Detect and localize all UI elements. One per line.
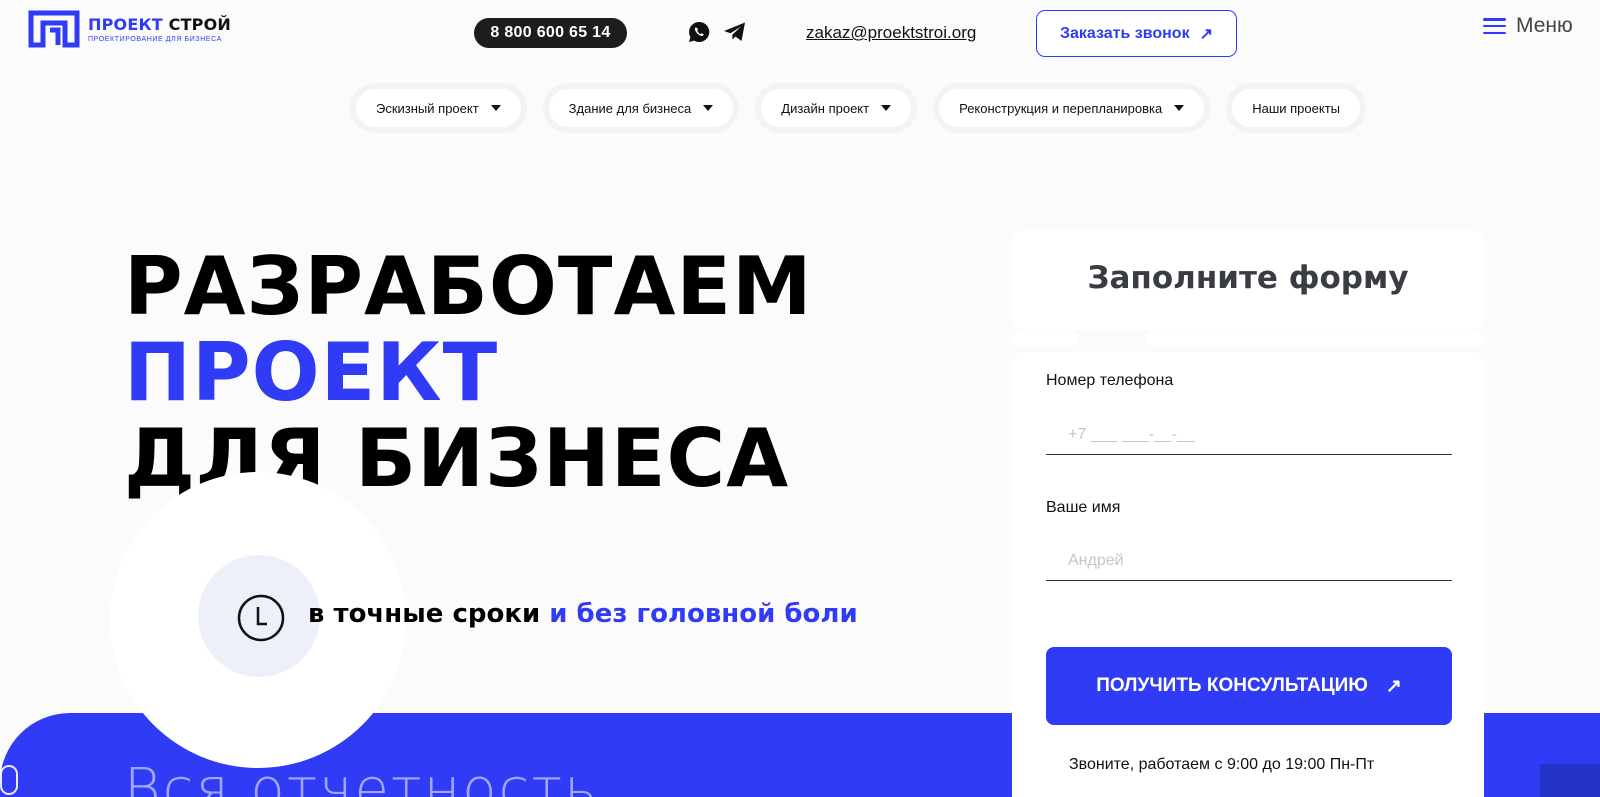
name-field-label: Ваше имя bbox=[1046, 499, 1121, 516]
arrow-up-right-icon: ↗ bbox=[1199, 25, 1213, 43]
nav-item-our-projects[interactable]: Наши проекты bbox=[1226, 83, 1367, 133]
hamburger-icon bbox=[1483, 18, 1506, 34]
hero-title-line-1: РАЗРАБОТАЕМ bbox=[124, 240, 813, 333]
main-nav: Эскизный проект Здание для бизнеса Дизай… bbox=[350, 83, 1367, 133]
nav-item-label: Наши проекты bbox=[1252, 100, 1341, 116]
caret-down-icon bbox=[703, 105, 714, 111]
band-heading: Вся отчетность bbox=[124, 757, 600, 797]
nav-item-design-project[interactable]: Дизайн проект bbox=[755, 83, 918, 133]
nav-item-business-building[interactable]: Здание для бизнеса bbox=[542, 83, 740, 133]
nav-item-reconstruction[interactable]: Реконструкция и перепланировка bbox=[933, 83, 1211, 133]
get-consultation-button[interactable]: ПОЛУЧИТЬ КОНСУЛЬТАЦИЮ ↗ bbox=[1046, 647, 1452, 725]
site-header: ПРОЕКТ СТРОЙ ПРОЕКТИРОВАНИЕ ДЛЯ БИЗНЕСА … bbox=[0, 0, 1600, 70]
email-link[interactable]: zakaz@proektstroi.org bbox=[806, 23, 976, 43]
callback-button[interactable]: Заказать звонок ↗ bbox=[1036, 10, 1237, 57]
nav-item-sketch-project[interactable]: Эскизный проект bbox=[350, 83, 527, 133]
caret-down-icon bbox=[490, 105, 501, 111]
tagline-main: в точные сроки bbox=[308, 599, 541, 629]
caret-down-icon bbox=[881, 105, 892, 111]
logo-text: ПРОЕКТ СТРОЙ ПРОЕКТИРОВАНИЕ ДЛЯ БИЗНЕСА bbox=[88, 15, 231, 43]
logo-subtitle: ПРОЕКТИРОВАНИЕ ДЛЯ БИЗНЕСА bbox=[88, 36, 222, 43]
form-separator bbox=[1012, 331, 1079, 347]
working-hours: Звоните, работаем с 9:00 до 19:00 Пн-Пт bbox=[1069, 756, 1375, 773]
phone-link[interactable]: 8 800 600 65 14 bbox=[474, 18, 627, 48]
form-title: Заполните форму bbox=[1087, 260, 1409, 296]
nav-item-label: Реконструкция и перепланировка bbox=[959, 100, 1163, 116]
hero-title-line-2: ПРОЕКТ bbox=[124, 326, 499, 419]
nav-item-label: Здание для бизнеса bbox=[568, 100, 692, 116]
name-input[interactable] bbox=[1046, 541, 1452, 581]
scroll-mouse-icon bbox=[0, 765, 18, 795]
menu-button[interactable]: Меню bbox=[1483, 14, 1573, 38]
arrow-up-right-icon: ↗ bbox=[1385, 675, 1402, 697]
nav-item-label: Эскизный проект bbox=[376, 100, 479, 116]
tagline-accent: и без головной боли bbox=[549, 599, 858, 629]
logo-title-main: СТРОЙ bbox=[168, 15, 231, 34]
caret-down-icon bbox=[1174, 105, 1185, 111]
phone-input[interactable] bbox=[1046, 415, 1452, 455]
phone-field-label: Номер телефона bbox=[1046, 372, 1174, 389]
logo-title: ПРОЕКТ СТРОЙ bbox=[88, 15, 231, 34]
whatsapp-icon[interactable] bbox=[687, 20, 711, 44]
consultation-form: Номер телефона Ваше имя ПОЛУЧИТЬ КОНСУЛЬ… bbox=[1012, 352, 1484, 797]
logo-title-accent: ПРОЕКТ bbox=[88, 15, 163, 34]
corner-decoration bbox=[1540, 764, 1600, 797]
form-header-card: Заполните форму bbox=[1012, 230, 1484, 330]
nav-item-label: Дизайн проект bbox=[781, 100, 870, 116]
logo-mark-icon bbox=[28, 10, 80, 48]
form-separator bbox=[1145, 331, 1484, 347]
telegram-icon[interactable] bbox=[723, 21, 747, 43]
callback-button-label: Заказать звонок bbox=[1060, 24, 1190, 42]
menu-label: Меню bbox=[1516, 14, 1573, 37]
hero-tagline: в точные сроки и без головной боли bbox=[308, 599, 858, 629]
logo[interactable]: ПРОЕКТ СТРОЙ ПРОЕКТИРОВАНИЕ ДЛЯ БИЗНЕСА bbox=[28, 10, 231, 48]
submit-button-label: ПОЛУЧИТЬ КОНСУЛЬТАЦИЮ bbox=[1096, 675, 1368, 696]
clock-icon bbox=[237, 594, 285, 642]
